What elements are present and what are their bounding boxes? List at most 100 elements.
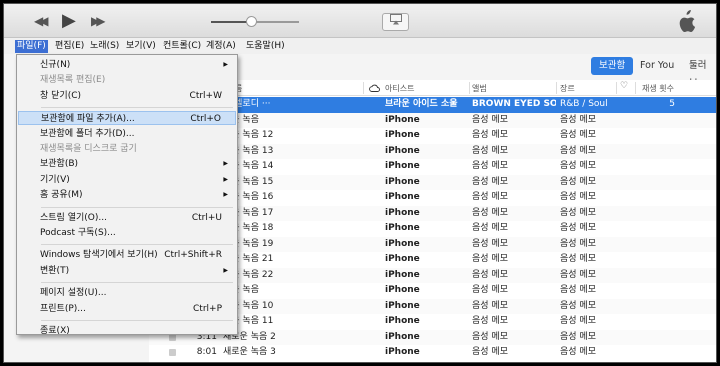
cell-album: 음성 메모 xyxy=(472,238,508,249)
file-menu-item-12[interactable]: Podcast 구독(S)... xyxy=(18,226,236,240)
cell-name: 새로운 녹음 2 xyxy=(223,331,276,342)
cell-genre: 음성 메모 xyxy=(560,300,596,311)
menu-item-label: 신규(N) xyxy=(40,60,71,70)
file-menu-item-4[interactable]: 보관함에 파일 추가(A)... Ctrl+O xyxy=(18,111,236,126)
file-menu-item-15[interactable]: 변환(T) ▶ xyxy=(18,264,236,278)
previous-track-icon[interactable]: ◀◀ xyxy=(34,14,49,28)
menu-item-shortcut: Ctrl+W xyxy=(189,90,222,101)
menu-separator xyxy=(41,320,233,321)
row-checkbox[interactable] xyxy=(169,345,179,362)
cell-album: 음성 메모 xyxy=(472,207,508,218)
cell-genre: 음성 메모 xyxy=(560,192,596,202)
menu-3[interactable]: 보기(V) xyxy=(124,40,158,53)
file-menu-item-14[interactable]: Windows 탐색기에서 보기(H) Ctrl+Shift+R xyxy=(18,248,236,262)
cell-genre: 음성 메모 xyxy=(560,145,596,156)
apple-logo-icon xyxy=(679,10,696,33)
menu-2[interactable]: 노래(S) xyxy=(88,40,121,53)
cell-name: 로운 녹음 10 xyxy=(223,300,274,311)
submenu-arrow-icon: ▶ xyxy=(223,61,228,68)
tab-browse[interactable]: 둘러보 xyxy=(681,57,716,89)
menu-item-label: 보관함(B) xyxy=(40,159,79,170)
cell-album: 음성 메모 xyxy=(472,331,508,342)
file-menu-item-5[interactable]: 보관함에 폴더 추가(D)... xyxy=(18,127,236,141)
file-menu-item-2[interactable]: 창 닫기(C) Ctrl+W xyxy=(18,89,236,103)
tab-for-you[interactable]: For You xyxy=(632,57,682,75)
cell-artist: iPhone xyxy=(385,130,420,140)
cell-artist: iPhone xyxy=(385,300,420,311)
menu-item-label: 보관함에 폴더 추가(D)... xyxy=(40,128,135,139)
file-menu-item-7[interactable]: 보관함(B) ▶ xyxy=(18,157,236,171)
menu-item-label: 재생목록을 디스크로 굽기 xyxy=(40,144,137,154)
menu-1[interactable]: 편집(E) xyxy=(53,40,86,53)
love-column-heart-icon[interactable]: ♡ xyxy=(620,81,628,91)
file-menu-item-17[interactable]: 페이지 설정(U)... xyxy=(18,286,236,300)
cell-name: 로운 녹음 xyxy=(223,114,259,125)
cell-artist: 브라운 아이드 소울 xyxy=(385,99,458,109)
cell-genre: 음성 메모 xyxy=(560,130,596,140)
menu-0[interactable]: 파일(F) xyxy=(15,40,48,53)
file-menu-item-1: 재생목록 편집(E) xyxy=(18,73,236,87)
cell-album: 음성 메모 xyxy=(472,269,508,280)
submenu-arrow-icon: ▶ xyxy=(223,160,228,168)
cell-name: 로운 녹음 21 xyxy=(223,254,274,264)
menu-item-label: 창 닫기(C) xyxy=(40,90,82,101)
cell-genre: 음성 메모 xyxy=(560,114,596,125)
checkbox-icon[interactable] xyxy=(169,349,176,356)
cell-name: 로운 녹음 17 xyxy=(223,207,274,218)
cell-name: 로운 녹음 19 xyxy=(223,238,274,249)
cell-album: 음성 메모 xyxy=(472,176,508,187)
submenu-arrow-icon: ▶ xyxy=(223,266,228,274)
cell-name: 새로운 녹음 3 xyxy=(223,347,276,357)
file-menu-item-20[interactable]: 종료(X) xyxy=(18,324,236,338)
cell-name: 로운 녹음 15 xyxy=(223,176,274,187)
menu-item-label: 변환(T) xyxy=(40,265,70,276)
table-row[interactable]: 8:01 새로운 녹음 3 iPhone 음성 메모 음성 메모 xyxy=(149,345,716,362)
file-menu-item-11[interactable]: 스트림 열기(O)... Ctrl+U xyxy=(18,211,236,225)
tab-library[interactable]: 보관함 xyxy=(591,57,634,75)
icloud-icon[interactable] xyxy=(369,84,380,92)
cell-genre: R&B / Soul xyxy=(560,99,608,109)
column-header-album[interactable]: 앨범 xyxy=(472,83,487,94)
volume-knob[interactable] xyxy=(245,16,257,27)
cell-album: 음성 메모 xyxy=(472,300,508,311)
airplay-icon[interactable] xyxy=(382,13,409,31)
cell-genre: 음성 메모 xyxy=(560,316,596,326)
column-header-plays[interactable]: 재생 횟수 xyxy=(642,83,674,94)
cell-genre: 음성 메모 xyxy=(560,254,596,264)
menu-separator xyxy=(41,244,233,246)
file-menu-item-9[interactable]: 홈 공유(M) ▶ xyxy=(18,188,236,202)
next-track-icon[interactable]: ▶▶ xyxy=(91,14,106,28)
menu-item-label: Windows 탐색기에서 보기(H) xyxy=(40,250,158,261)
file-menu-item-8[interactable]: 기기(V) ▶ xyxy=(18,173,236,187)
menu-item-label: 보관함에 파일 추가(A)... xyxy=(41,114,135,125)
menu-item-label: 종료(X) xyxy=(40,326,70,336)
menu-separator xyxy=(41,107,233,109)
cell-plays: 5 xyxy=(669,99,675,109)
cell-album: BROWN EYED SOU... xyxy=(472,99,556,109)
cell-artist: iPhone xyxy=(385,331,420,342)
submenu-arrow-icon: ▶ xyxy=(223,191,228,199)
cell-artist: iPhone xyxy=(385,316,420,326)
cell-name: 로운 녹음 22 xyxy=(223,269,274,280)
cell-name: 로운 녹음 13 xyxy=(223,145,274,156)
menu-item-shortcut: Ctrl+Shift+R xyxy=(164,250,222,261)
menu-separator xyxy=(41,206,233,208)
menu-6[interactable]: 도움말(H) xyxy=(244,40,287,53)
menu-4[interactable]: 컨트롤(C) xyxy=(161,40,203,53)
play-icon[interactable]: ▶ xyxy=(62,10,76,31)
cell-album: 음성 메모 xyxy=(472,114,508,125)
cell-name: 로운 녹음 xyxy=(223,285,259,295)
column-header-artist[interactable]: 아티스트 xyxy=(385,83,414,94)
cell-name: 리 멜로디 ··· xyxy=(223,99,271,109)
menu-item-label: Podcast 구독(S)... xyxy=(40,228,116,238)
cell-album: 음성 메모 xyxy=(472,145,508,156)
player-bar: ◀◀ ▶ ▶▶ xyxy=(4,4,716,38)
cell-album: 음성 메모 xyxy=(472,316,508,326)
column-header-genre[interactable]: 장르 xyxy=(560,83,575,94)
cell-album: 음성 메모 xyxy=(472,347,508,357)
menubar: 파일(F) 편집(E) 노래(S) 보기(V) 컨트롤(C) 계정(A) 도움말(H) xyxy=(4,38,716,54)
file-menu-item-6: 재생목록을 디스크로 굽기 xyxy=(18,142,236,156)
menu-5[interactable]: 계정(A) xyxy=(204,40,238,53)
file-menu-item-18[interactable]: 프린트(P)... Ctrl+P xyxy=(18,302,236,316)
file-menu-item-0[interactable]: 신규(N) ▶ xyxy=(18,58,236,72)
